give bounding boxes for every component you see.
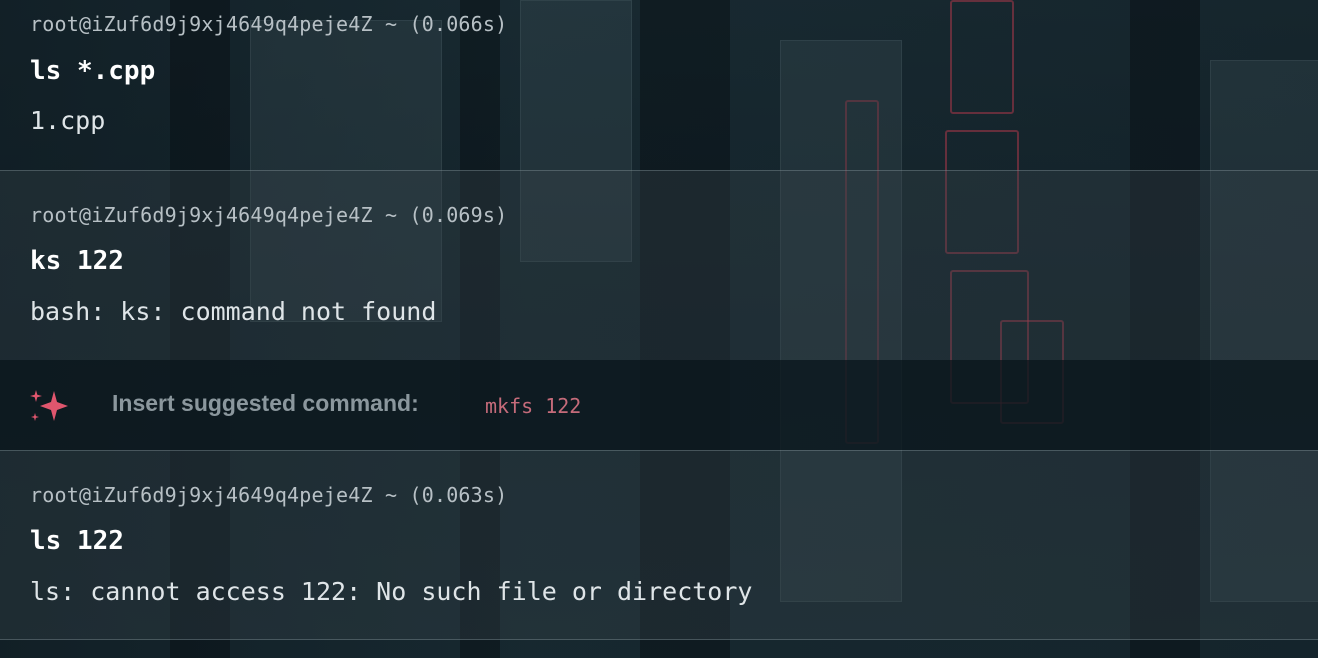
suggestion-label: Insert suggested command: [112,390,419,416]
suggestion-bar[interactable]: Insert suggested command: mkfs 122 [0,360,1318,450]
command-output: ls: cannot access 122: No such file or d… [30,577,753,606]
command-block[interactable]: root@iZuf6d9j9xj4649q4peje4Z ~ (0.069s) … [0,170,1318,360]
command-block[interactable]: root@iZuf6d9j9xj4649q4peje4Z ~ (0.063s) … [0,450,1318,640]
suggested-command-link[interactable]: mkfs 122 [485,394,581,418]
command-text: ks 122 [30,246,124,276]
prompt-line: root@iZuf6d9j9xj4649q4peje4Z ~ (0.066s) [30,12,508,36]
command-block[interactable]: root@iZuf6d9j9xj4649q4peje4Z ~ (0.066s) … [0,0,1318,170]
command-text: ls 122 [30,526,124,556]
sparkle-icon [30,390,68,421]
command-output: bash: ks: command not found [30,297,437,326]
prompt-line: root@iZuf6d9j9xj4649q4peje4Z ~ (0.069s) [30,203,508,227]
command-output: 1.cpp [30,106,106,135]
prompt-line: root@iZuf6d9j9xj4649q4peje4Z ~ (0.063s) [30,483,508,507]
command-text: ls *.cpp [30,56,156,86]
